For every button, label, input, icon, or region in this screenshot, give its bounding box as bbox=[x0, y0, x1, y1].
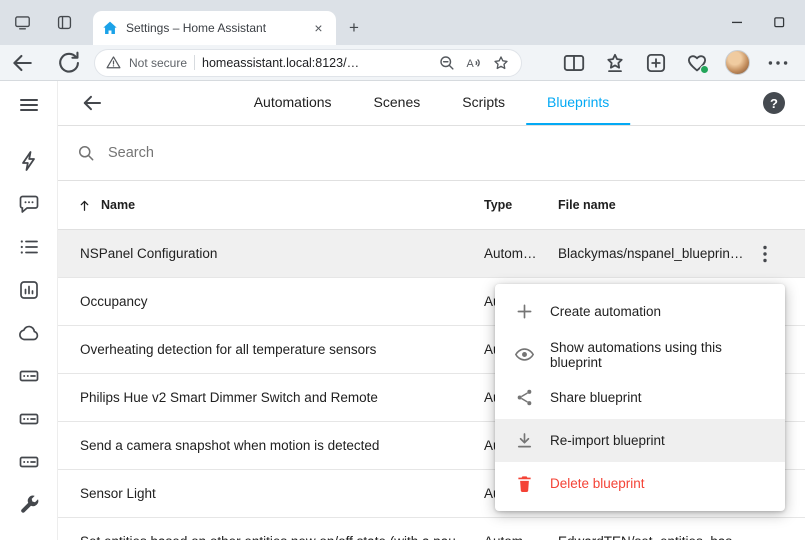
workspaces-icon[interactable] bbox=[13, 13, 32, 32]
table-header: Name Type File name bbox=[58, 181, 805, 230]
search-icon bbox=[76, 143, 96, 163]
ha-sidebar bbox=[0, 81, 58, 540]
ha-header: Automations Scenes Scripts Blueprints ? bbox=[58, 81, 805, 126]
trash-icon bbox=[514, 473, 535, 494]
column-header-name[interactable]: Name bbox=[58, 198, 484, 213]
menu-item-show-automations[interactable]: Show automations using this blueprint bbox=[495, 333, 785, 376]
cloud-icon[interactable] bbox=[17, 321, 41, 345]
profile-avatar[interactable] bbox=[725, 50, 750, 75]
history-chart-icon[interactable] bbox=[17, 278, 41, 302]
url-text[interactable]: homeassistant.local:8123/… bbox=[202, 56, 430, 70]
minimize-button[interactable] bbox=[727, 12, 747, 32]
browser-navbar: Not secure homeassistant.local:8123/… A bbox=[0, 45, 805, 81]
sidebar-menu-icon[interactable] bbox=[17, 93, 41, 117]
tab-scripts[interactable]: Scripts bbox=[441, 81, 526, 125]
navbar-trailing-icons bbox=[561, 50, 797, 76]
menu-item-create-automation[interactable]: Create automation bbox=[495, 290, 785, 333]
table-row[interactable]: NSPanel Configuration Autom… Blackymas/n… bbox=[58, 230, 805, 278]
sort-ascending-icon bbox=[77, 198, 92, 213]
ha-back-icon[interactable] bbox=[80, 91, 104, 115]
address-divider bbox=[194, 55, 195, 70]
split-screen-icon[interactable] bbox=[561, 50, 587, 76]
browser-tab[interactable]: Settings – Home Assistant × bbox=[93, 11, 336, 45]
menu-item-share-blueprint[interactable]: Share blueprint bbox=[495, 376, 785, 419]
blueprint-context-menu: Create automation Show automations using… bbox=[495, 284, 785, 511]
assist-chat-icon[interactable] bbox=[17, 192, 41, 216]
collections-icon[interactable] bbox=[643, 50, 669, 76]
ha-tab-bar: Automations Scenes Scripts Blueprints bbox=[233, 81, 631, 125]
search-input[interactable] bbox=[108, 145, 428, 161]
row-overflow-menu-icon[interactable] bbox=[753, 242, 777, 266]
read-aloud-icon[interactable]: A bbox=[464, 53, 484, 73]
menu-item-delete-blueprint[interactable]: Delete blueprint bbox=[495, 462, 785, 505]
favorite-star-icon[interactable] bbox=[491, 53, 511, 73]
server-icon-2[interactable] bbox=[17, 407, 41, 431]
back-icon[interactable] bbox=[8, 49, 36, 77]
status-dot bbox=[700, 65, 709, 74]
help-icon[interactable]: ? bbox=[763, 92, 785, 114]
share-icon bbox=[514, 387, 535, 408]
energy-icon[interactable] bbox=[17, 149, 41, 173]
column-header-type[interactable]: Type bbox=[484, 198, 558, 212]
more-menu-icon[interactable] bbox=[765, 50, 791, 76]
maximize-button[interactable] bbox=[769, 12, 789, 32]
search-row bbox=[58, 126, 805, 181]
menu-item-reimport-blueprint[interactable]: Re-import blueprint bbox=[495, 419, 785, 462]
zoom-out-icon[interactable] bbox=[437, 53, 457, 73]
security-label[interactable]: Not secure bbox=[129, 56, 187, 70]
todo-list-icon[interactable] bbox=[17, 235, 41, 259]
tab-blueprints[interactable]: Blueprints bbox=[526, 81, 630, 125]
browser-titlebar: Settings – Home Assistant × + bbox=[0, 0, 805, 45]
eye-icon bbox=[514, 344, 535, 365]
svg-text:A: A bbox=[467, 57, 475, 69]
download-icon bbox=[514, 430, 535, 451]
plus-icon bbox=[514, 301, 535, 322]
not-secure-warning-icon[interactable] bbox=[105, 54, 122, 71]
server-icon-3[interactable] bbox=[17, 450, 41, 474]
home-assistant-favicon bbox=[102, 20, 118, 36]
tab-title: Settings – Home Assistant bbox=[126, 21, 302, 35]
table-row[interactable]: Set entities based on other entities new… bbox=[58, 518, 805, 540]
server-icon-1[interactable] bbox=[17, 364, 41, 388]
favorites-hub-icon[interactable] bbox=[602, 50, 628, 76]
refresh-icon[interactable] bbox=[54, 49, 82, 77]
tab-actions-icon[interactable] bbox=[55, 13, 74, 32]
new-tab-button[interactable]: + bbox=[344, 18, 364, 38]
tab-close-icon[interactable]: × bbox=[310, 20, 327, 37]
tab-automations[interactable]: Automations bbox=[233, 81, 353, 125]
tools-wrench-icon[interactable] bbox=[17, 493, 41, 517]
address-bar[interactable]: Not secure homeassistant.local:8123/… A bbox=[94, 49, 522, 77]
column-header-file-name[interactable]: File name bbox=[558, 198, 805, 212]
tab-scenes[interactable]: Scenes bbox=[353, 81, 442, 125]
browser-essentials-icon[interactable] bbox=[684, 50, 710, 76]
